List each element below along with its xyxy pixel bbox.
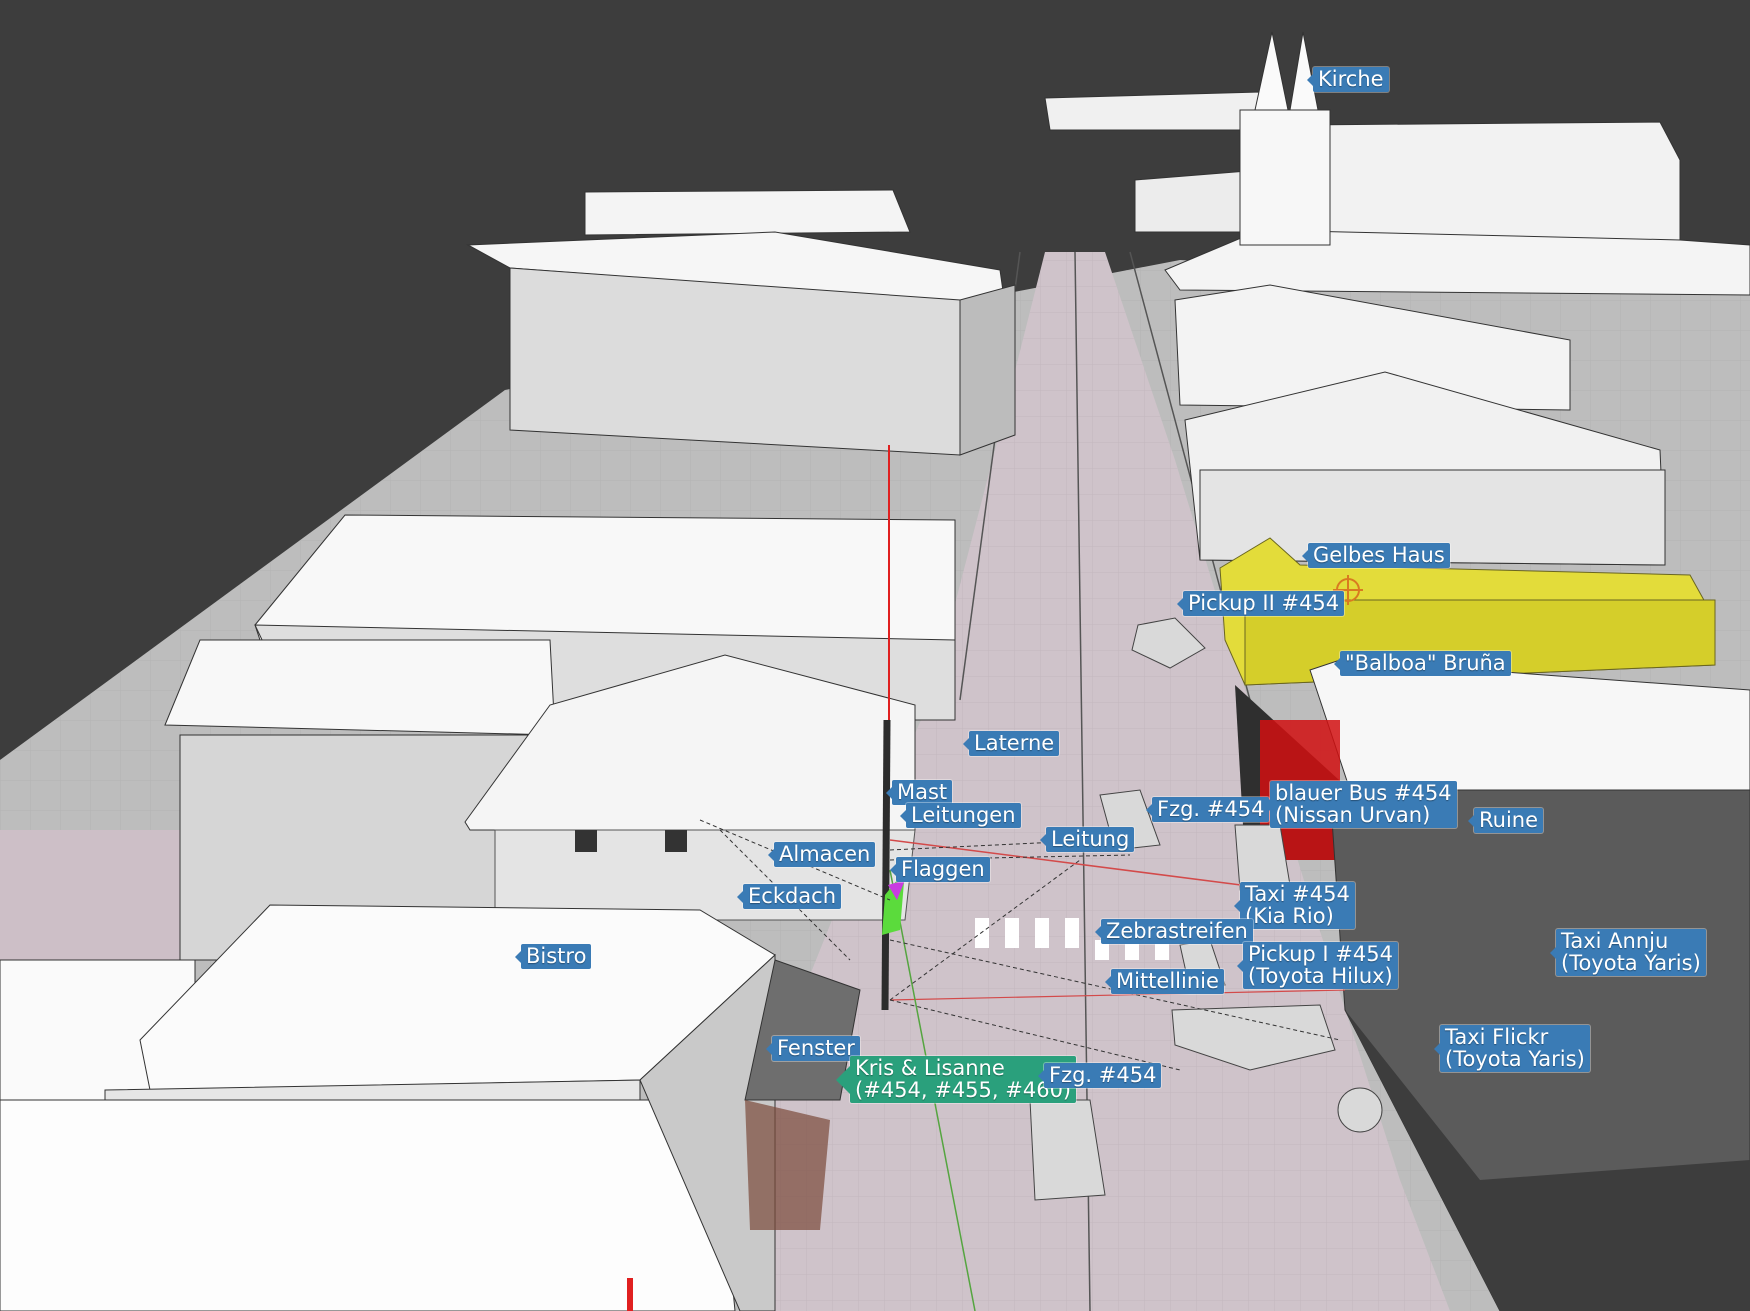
plaza-left — [0, 830, 200, 960]
label-mast[interactable]: Mast — [885, 780, 953, 805]
label-mittellinie[interactable]: Mittellinie — [1105, 969, 1224, 994]
label-fenster[interactable]: Fenster — [766, 1036, 860, 1061]
building-foreground[interactable] — [0, 904, 861, 1311]
label-leitungen[interactable]: Leitungen — [900, 803, 1021, 828]
label-flaggen[interactable]: Flaggen — [890, 857, 990, 882]
label-pickup-i[interactable]: Pickup I #454 (Toyota Hilux) — [1237, 942, 1398, 989]
label-fzg-bottom[interactable]: Fzg. #454 — [1037, 1063, 1162, 1088]
mast-pole — [881, 719, 891, 1011]
label-pickup-ii[interactable]: Pickup II #454 — [1176, 591, 1345, 616]
label-zebrastreifen[interactable]: Zebrastreifen — [1095, 919, 1253, 944]
label-taxi-flickr[interactable]: Taxi Flickr (Toyota Yaris) — [1434, 1025, 1590, 1072]
building-back-left[interactable] — [466, 189, 1016, 456]
label-taxi-annju[interactable]: Taxi Annju (Toyota Yaris) — [1550, 929, 1706, 976]
label-fzg-top[interactable]: Fzg. #454 — [1145, 797, 1270, 822]
label-taxi-kia[interactable]: Taxi #454 (Kia Rio) — [1234, 882, 1355, 929]
label-eckdach[interactable]: Eckdach — [736, 884, 842, 909]
label-kirche[interactable]: Kirche — [1307, 67, 1389, 92]
label-balboa[interactable]: "Balboa" Bruña — [1334, 651, 1511, 676]
label-leitung[interactable]: Leitung — [1039, 827, 1135, 852]
label-ruine[interactable]: Ruine — [1467, 808, 1544, 833]
label-laterne[interactable]: Laterne — [962, 731, 1060, 756]
label-blauer-bus[interactable]: blauer Bus #454 (Nissan Urvan) — [1264, 781, 1457, 828]
3d-viewport[interactable]: Kirche Gelbes Haus Pickup II #454 "Balbo… — [0, 0, 1750, 1311]
label-bistro[interactable]: Bistro — [514, 944, 592, 969]
church-model[interactable] — [1044, 31, 1750, 296]
label-gelbes-haus[interactable]: Gelbes Haus — [1302, 543, 1450, 568]
label-almacen[interactable]: Almacen — [767, 842, 876, 867]
